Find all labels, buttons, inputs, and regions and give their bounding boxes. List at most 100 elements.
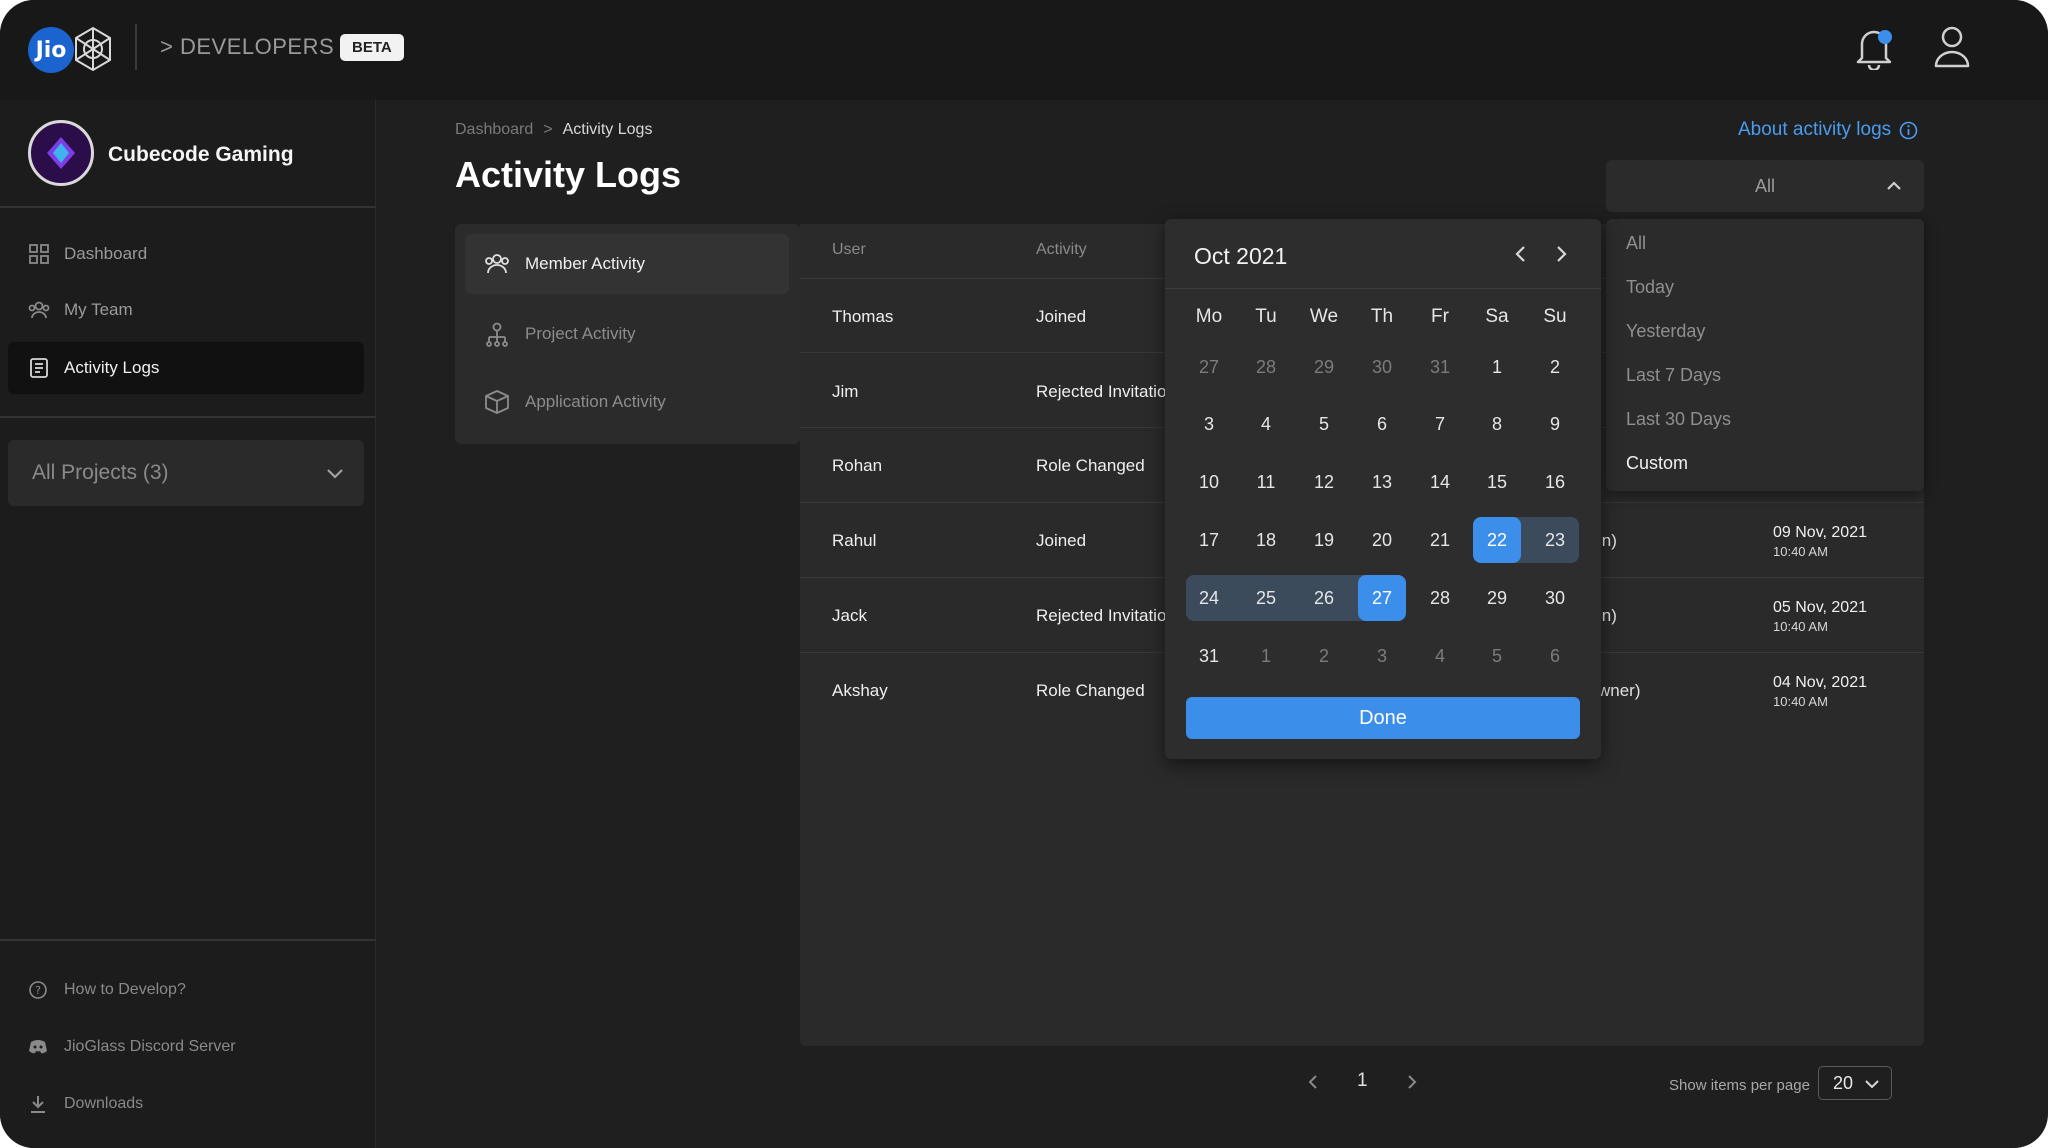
chevron-right-icon[interactable] xyxy=(1549,242,1573,266)
calendar-day[interactable]: 19 xyxy=(1300,517,1348,563)
prev-page-icon[interactable] xyxy=(1303,1072,1323,1092)
sidebar-divider xyxy=(0,206,376,208)
members-icon xyxy=(485,254,509,274)
calendar-day[interactable]: 7 xyxy=(1416,401,1464,447)
next-page-icon[interactable] xyxy=(1402,1072,1422,1092)
calendar-day[interactable]: 10 xyxy=(1185,459,1233,505)
calendar-day[interactable]: 27 xyxy=(1185,344,1233,390)
sidebar-item-dashboard[interactable]: Dashboard xyxy=(8,228,364,280)
about-link-label: About activity logs xyxy=(1738,119,1892,140)
per-page-select[interactable]: 20 xyxy=(1818,1066,1892,1100)
calendar-day[interactable]: 9 xyxy=(1531,401,1579,447)
table-cell-activity: Joined xyxy=(1036,531,1087,550)
sidebar-item-label: My Team xyxy=(64,300,133,319)
per-page-label: Show items per page xyxy=(1669,1077,1810,1094)
calendar-day[interactable]: 30 xyxy=(1358,344,1406,390)
calendar-day[interactable]: 5 xyxy=(1473,633,1521,679)
calendar-day[interactable]: 28 xyxy=(1242,344,1290,390)
calendar-day[interactable]: 29 xyxy=(1300,344,1348,390)
filter-option-last-7-days[interactable]: Last 7 Days xyxy=(1626,365,1721,386)
tab-label: Member Activity xyxy=(525,254,645,273)
calendar-day[interactable]: 4 xyxy=(1416,633,1464,679)
breadcrumb-dashboard[interactable]: Dashboard xyxy=(455,121,533,139)
footer-item-label: Downloads xyxy=(64,1095,144,1112)
filter-option-all[interactable]: All xyxy=(1626,233,1646,254)
tab-application-activity[interactable]: Application Activity xyxy=(465,372,789,432)
filter-option-today[interactable]: Today xyxy=(1626,277,1674,298)
per-page-value: 20 xyxy=(1833,1072,1854,1093)
jio-logo[interactable]: Jio xyxy=(28,27,74,73)
calendar-day[interactable]: 30 xyxy=(1531,575,1579,621)
calendar-day[interactable]: 1 xyxy=(1473,344,1521,390)
developers-label[interactable]: > DEVELOPERS xyxy=(160,34,334,60)
how-to-develop-link[interactable]: ? How to Develop? xyxy=(28,980,186,1000)
calendar-day[interactable]: 23 xyxy=(1531,517,1579,563)
discord-server-link[interactable]: JioGlass Discord Server xyxy=(28,1037,236,1057)
done-button[interactable]: Done xyxy=(1186,697,1580,739)
notification-dot xyxy=(1878,30,1892,44)
date-filter-menu: All Today Yesterday Last 7 Days Last 30 … xyxy=(1606,219,1924,491)
calendar-day[interactable]: 2 xyxy=(1300,633,1348,679)
calendar-day[interactable]: 29 xyxy=(1473,575,1521,621)
calendar-day[interactable]: 4 xyxy=(1242,401,1290,447)
calendar-day[interactable]: 6 xyxy=(1531,633,1579,679)
sidebar-item-my-team[interactable]: My Team xyxy=(8,284,364,336)
calendar-day[interactable]: 3 xyxy=(1358,633,1406,679)
calendar-day[interactable]: 17 xyxy=(1185,517,1233,563)
info-icon xyxy=(1899,121,1918,139)
table-cell-date: 09 Nov, 2021 10:40 AM xyxy=(1773,524,1867,559)
calendar-day[interactable]: 18 xyxy=(1242,517,1290,563)
date-filter-select[interactable]: All xyxy=(1606,160,1924,212)
projects-select[interactable]: All Projects (3) xyxy=(8,440,364,506)
calendar-day[interactable]: 14 xyxy=(1416,459,1464,505)
calendar-day[interactable]: 5 xyxy=(1300,401,1348,447)
calendar-day[interactable]: 24 xyxy=(1185,575,1233,621)
calendar-day[interactable]: 3 xyxy=(1185,401,1233,447)
calendar-day[interactable]: 21 xyxy=(1416,517,1464,563)
calendar-day[interactable]: 13 xyxy=(1358,459,1406,505)
calendar-day[interactable]: 22 xyxy=(1473,517,1521,563)
downloads-link[interactable]: Downloads xyxy=(28,1094,143,1114)
current-page-number[interactable]: 1 xyxy=(1357,1070,1368,1092)
breadcrumb-separator: > xyxy=(543,121,553,138)
tab-project-activity[interactable]: Project Activity xyxy=(465,304,789,364)
table-cell-activity: Role Changed xyxy=(1036,681,1145,700)
projects-select-value: All Projects (3) xyxy=(32,461,169,484)
calendar-weekday-tu: Tu xyxy=(1255,306,1277,327)
cube-logo-icon xyxy=(47,137,75,169)
calendar-day[interactable]: 27 xyxy=(1358,575,1406,621)
calendar-day[interactable]: 11 xyxy=(1242,459,1290,505)
beta-badge: BETA xyxy=(340,34,404,61)
chevron-left-icon[interactable] xyxy=(1509,242,1533,266)
filter-option-custom[interactable]: Custom xyxy=(1626,453,1688,474)
calendar-day[interactable]: 31 xyxy=(1185,633,1233,679)
calendar-day[interactable]: 15 xyxy=(1473,459,1521,505)
calendar-weekday-sa: Sa xyxy=(1485,306,1509,327)
calendar-day[interactable]: 28 xyxy=(1416,575,1464,621)
calendar-weekday-we: We xyxy=(1309,306,1339,327)
filter-option-yesterday[interactable]: Yesterday xyxy=(1626,321,1705,342)
calendar-day[interactable]: 31 xyxy=(1416,344,1464,390)
project-icon xyxy=(486,322,508,347)
calendar-day[interactable]: 25 xyxy=(1242,575,1290,621)
calendar-month-label: Oct 2021 xyxy=(1194,243,1288,269)
user-icon[interactable] xyxy=(1932,24,1972,70)
calendar-day[interactable]: 8 xyxy=(1473,401,1521,447)
tab-member-activity[interactable]: Member Activity xyxy=(465,234,789,294)
about-activity-logs-link[interactable]: About activity logs xyxy=(1738,119,1918,141)
top-bar: Jio > DEVELOPERS BETA xyxy=(0,0,2048,100)
sidebar-item-activity-logs[interactable]: Activity Logs xyxy=(8,342,364,394)
column-header-user: User xyxy=(832,241,866,258)
calendar-day[interactable]: 6 xyxy=(1358,401,1406,447)
calendar-day[interactable]: 20 xyxy=(1358,517,1406,563)
table-cell-activity: Rejected Invitatio xyxy=(1036,382,1167,401)
calendar-day[interactable]: 16 xyxy=(1531,459,1579,505)
filter-option-last-30-days[interactable]: Last 30 Days xyxy=(1626,409,1731,430)
calendar-day[interactable]: 26 xyxy=(1300,575,1348,621)
footer-item-label: JioGlass Discord Server xyxy=(64,1038,236,1055)
calendar-day[interactable]: 12 xyxy=(1300,459,1348,505)
calendar-weekday-mo: Mo xyxy=(1195,306,1223,327)
calendar-day[interactable]: 1 xyxy=(1242,633,1290,679)
calendar-day[interactable]: 2 xyxy=(1531,344,1579,390)
breadcrumb: Dashboard > Activity Logs xyxy=(455,121,652,139)
